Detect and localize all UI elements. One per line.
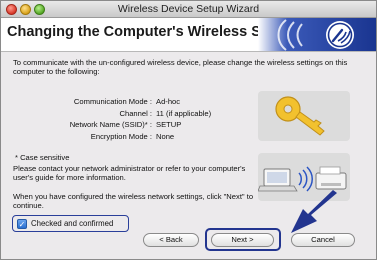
confirm-checkbox-group[interactable]: ✓ Checked and confirmed (12, 215, 129, 232)
contact-admin-text: Please contact your network administrato… (13, 164, 246, 182)
cancel-button[interactable]: Cancel (291, 233, 355, 247)
case-sensitive-note: * Case sensitive (15, 153, 70, 162)
setting-row-encryption: Encryption Mode : None (13, 131, 253, 143)
settings-list: Communication Mode : Ad-hoc Channel : 11… (13, 96, 253, 142)
setting-label: Communication Mode : (73, 97, 152, 106)
confirm-checkbox-label[interactable]: Checked and confirmed (31, 219, 113, 228)
pointer-arrow-icon (291, 190, 337, 233)
back-button[interactable]: < Back (143, 233, 199, 247)
setting-row-communication-mode: Communication Mode : Ad-hoc (13, 96, 253, 108)
wireless-logo-icon (258, 18, 376, 51)
setting-label: Network Name (SSID)* : (69, 120, 152, 129)
key-illustration (258, 91, 350, 141)
setting-value: SETUP (156, 120, 182, 129)
setting-row-ssid: Network Name (SSID)* : SETUP (13, 119, 253, 131)
setting-row-channel: Channel : 11 (if applicable) (13, 108, 253, 120)
intro-text: To communicate with the un-configured wi… (13, 58, 348, 76)
setting-label: Channel : (119, 108, 152, 118)
next-button[interactable]: Next > (211, 233, 274, 247)
wizard-content: To communicate with the un-configured wi… (1, 53, 376, 260)
confirm-checkbox[interactable]: ✓ (17, 219, 27, 229)
continue-instructions: When you have configured the wireless ne… (13, 192, 254, 210)
key-icon (275, 96, 325, 136)
title-bar: Wireless Device Setup Wizard (1, 1, 376, 18)
wizard-window: Wireless Device Setup Wizard Changing th… (0, 0, 377, 260)
setting-value: None (156, 131, 175, 141)
setting-label: Encryption Mode : (90, 131, 152, 141)
setting-value: 11 (if applicable) (156, 108, 212, 118)
window-title: Wireless Device Setup Wizard (117, 3, 260, 15)
header-banner: Changing the Computer's Wireless Setting… (1, 18, 376, 52)
setting-value: Ad-hoc (156, 97, 181, 106)
